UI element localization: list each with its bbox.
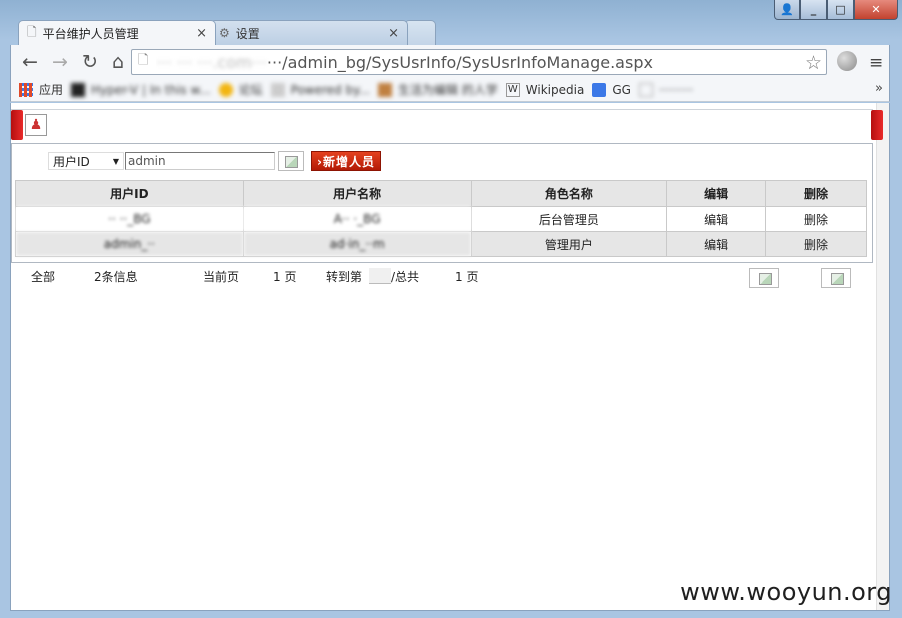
user-name-cell: ad·in_··m (242, 231, 472, 257)
new-tab-button[interactable] (404, 20, 436, 45)
address-bar[interactable]: 🗋 ··· ··· ···.com······/admin_bg/SysUsrI… (131, 49, 827, 75)
vertical-scrollbar[interactable] (876, 103, 889, 610)
more-bookmarks-icon[interactable]: » (875, 81, 883, 96)
column-header-user-id[interactable]: 用户ID (15, 180, 244, 207)
wikipedia-icon: W (505, 82, 520, 97)
edit-link[interactable]: 编辑 (666, 231, 767, 257)
total-pages-label: /总共 (391, 270, 420, 284)
bookmark-wikipedia[interactable]: W Wikipedia (505, 82, 584, 97)
page-header: ♟ (11, 109, 883, 141)
delete-link[interactable]: 删除 (765, 231, 867, 257)
chevron-down-icon: ▼ (112, 156, 119, 166)
next-page-button[interactable] (821, 268, 851, 288)
table-row: admin_·· ad·in_··m 管理用户 编辑 删除 (15, 231, 867, 257)
tab-label: 设置 (235, 26, 260, 41)
current-page-label: 当前页 (203, 270, 240, 284)
gear-icon: ⚙ (219, 26, 230, 40)
column-header-delete: 删除 (765, 180, 867, 207)
bookmark-favicon-icon (218, 82, 233, 97)
page-icon: 🗋 (27, 24, 37, 39)
header-decoration (11, 110, 23, 140)
role-cell: 后台管理员 (470, 206, 668, 232)
table-row: ·· ··_BG A·· ·_BG 后台管理员 编辑 删除 (15, 206, 867, 232)
bookmark-favicon-icon (71, 82, 86, 97)
user-id-cell: admin_·· (15, 231, 244, 257)
bookmark-item[interactable]: 生活为编辑 的人学 (377, 81, 498, 98)
user-icon: ♟ (25, 114, 47, 136)
watermark: www.wooyun.org (680, 578, 892, 606)
bookmark-item[interactable]: ········· (638, 82, 693, 97)
bookmark-item[interactable]: Powered by... (270, 82, 370, 97)
search-field-select[interactable]: 用户ID ▼ (48, 152, 124, 170)
url-text: ··· ··· ···.com······/admin_bg/SysUsrInf… (156, 52, 653, 72)
bookmarks-bar: 应用 Hyper-V | In this w... 论坛 Powered by.… (10, 78, 890, 102)
bookmark-item[interactable]: 论坛 (218, 81, 263, 98)
goto-page-label: 转到第 (326, 270, 363, 284)
tab-label: 平台维护人员管理 (42, 26, 139, 41)
close-window-button[interactable]: ✕ (854, 0, 898, 20)
bookmark-gg[interactable]: GG (592, 82, 631, 97)
maximize-button[interactable]: □ (827, 0, 854, 20)
user-id-cell: ·· ··_BG (15, 206, 244, 232)
minimize-button[interactable]: _ (800, 0, 827, 20)
home-button[interactable]: ⌂ (105, 49, 131, 75)
current-page-value: 1 页 (273, 270, 297, 284)
show-all-link[interactable]: 全部 (31, 268, 55, 285)
close-tab-icon[interactable]: × (196, 26, 207, 41)
tab-strip: 🗋 平台维护人员管理 × ⚙ 设置 × (10, 18, 890, 45)
tab-settings[interactable]: ⚙ 设置 × (210, 20, 408, 45)
table-header-row: 用户ID 用户名称 角色名称 编辑 删除 (15, 180, 867, 207)
reload-button[interactable]: ↻ (77, 49, 103, 75)
delete-link[interactable]: 删除 (765, 206, 867, 232)
page-icon: 🗋 (138, 53, 149, 68)
browser-toolbar: ← → ↻ ⌂ 🗋 ··· ··· ···.com······/admin_bg… (10, 45, 890, 78)
extension-globe-icon[interactable] (837, 51, 857, 71)
user-profile-icon[interactable]: 👤 (774, 0, 800, 20)
back-button[interactable]: ← (17, 49, 43, 75)
google-icon (592, 82, 607, 97)
search-button[interactable] (278, 151, 304, 171)
role-cell: 管理用户 (470, 231, 668, 257)
column-header-edit: 编辑 (666, 180, 767, 207)
window-controls: 👤 _ □ ✕ (774, 0, 898, 20)
bookmark-favicon-icon (638, 82, 653, 97)
tab-user-management[interactable]: 🗋 平台维护人员管理 × (18, 20, 216, 45)
total-pages-value: 1 页 (455, 270, 479, 284)
previous-page-button[interactable] (749, 268, 779, 288)
edit-link[interactable]: 编辑 (666, 206, 767, 232)
menu-icon[interactable]: ≡ (869, 53, 883, 73)
column-header-user-name[interactable]: 用户名称 (242, 180, 472, 207)
column-header-role[interactable]: 角色名称 (470, 180, 668, 207)
add-user-button[interactable]: ›新增人员 (311, 151, 381, 171)
page-content: ♟ 用户ID▼ ›新增人员 用户ID 用户名称 角色名称 (10, 103, 890, 611)
user-table: 用户ID 用户名称 角色名称 编辑 删除 ·· ··_BG A·· ·_BG 后… (15, 180, 867, 257)
bookmark-star-icon[interactable]: ☆ (805, 52, 822, 74)
bookmark-favicon-icon (377, 82, 392, 97)
apps-grid-icon (19, 82, 33, 97)
record-count: 2条信息 (94, 270, 138, 284)
pagination: 全部 2条信息 当前页 1 页 转到第 /总共 1 页 (11, 268, 873, 288)
forward-button[interactable]: → (47, 49, 73, 75)
search-bar: 用户ID▼ ›新增人员 (48, 151, 381, 171)
bookmark-item[interactable]: Hyper-V | In this w... (71, 82, 211, 97)
bookmark-favicon-icon (270, 82, 285, 97)
header-decoration (871, 110, 883, 140)
search-keyword-input[interactable] (125, 152, 275, 170)
bookmark-apps[interactable]: 应用 (19, 81, 63, 98)
close-tab-icon[interactable]: × (388, 26, 399, 41)
user-management-panel: 用户ID▼ ›新增人员 用户ID 用户名称 角色名称 编辑 删除 (11, 143, 873, 263)
user-name-cell: A·· ·_BG (242, 206, 472, 232)
browser-window: 👤 _ □ ✕ 🗋 平台维护人员管理 × ⚙ 设置 × ← → ↻ ⌂ 🗋 ··… (0, 0, 902, 618)
